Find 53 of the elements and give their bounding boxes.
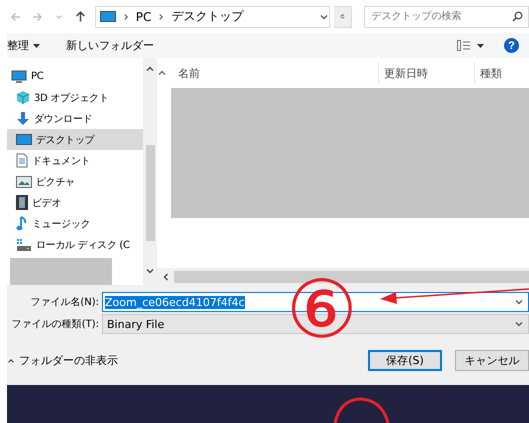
vertical-scrollbar[interactable] [143,58,157,285]
field-label: ファイル名(N): [29,296,100,309]
desktop-icon [16,134,32,146]
cube-icon [16,90,30,105]
computer-icon [11,70,27,84]
forward-arrow-icon [32,12,42,22]
sidebar-item[interactable]: ピクチャ [7,171,143,192]
chevron-right-icon [157,12,166,20]
chevron-down-icon [145,266,155,276]
chevron-down-icon [54,12,63,20]
column-header[interactable]: 更新日時 [378,62,474,84]
field-label: ファイルの種類(T): [10,318,100,331]
cancel-button[interactable]: キャンセル [455,350,529,371]
sidebar-item[interactable]: ダウンロード [7,108,143,129]
caret-icon [33,44,40,48]
hide-folders-toggle[interactable]: フォルダーの非表示 [7,353,118,368]
chevron-down-icon [514,297,524,307]
new-folder-button[interactable]: 新しいフォルダー [66,38,158,53]
picture-icon [16,176,32,188]
drive-icon [16,238,32,252]
down-arrow-icon [16,111,30,126]
breadcrumb[interactable]: PC [136,10,152,24]
chevron-right-icon [122,12,130,20]
desktop-icon [100,10,116,22]
film-icon [16,195,28,210]
column-header[interactable]: 名前 [173,62,378,84]
sidebar-item[interactable]: デスクトップ [7,129,143,150]
sidebar-item[interactable]: ローカル ディスク (C [7,234,143,255]
sidebar-item[interactable]: ミュージック [7,213,143,234]
document-icon [16,153,28,168]
column-header[interactable]: 種類 [474,62,502,84]
chevron-up-icon [7,356,15,364]
annotation-circle-drawing [334,398,390,423]
search-field[interactable]: デスクトップの検索 [364,6,529,28]
chevron-left-icon [161,272,171,282]
chevron-down-icon [514,319,524,329]
back-arrow-icon [10,12,21,22]
music-note-icon [16,216,28,231]
breadcrumb[interactable]: デスクトップ [171,8,244,25]
up-arrow-icon [74,11,86,22]
view-icon [457,40,471,51]
sidebar-item[interactable]: ビデオ [7,192,143,213]
view-menu[interactable] [457,40,484,51]
sidebar-item[interactable]: 3D オブジェクト [7,87,143,108]
address-bar[interactable]: PC デスクトップ [94,6,330,28]
sidebar-item[interactable]: ドキュメント [7,150,143,171]
help-button[interactable]: ? [504,38,519,53]
refresh-button[interactable] [334,6,352,28]
search-icon [512,10,523,22]
organize-menu[interactable]: 整理 [7,38,44,53]
save-button[interactable]: 保存(S) [368,350,442,371]
caret-icon [477,44,484,48]
sidebar-item[interactable]: PC [7,66,143,87]
